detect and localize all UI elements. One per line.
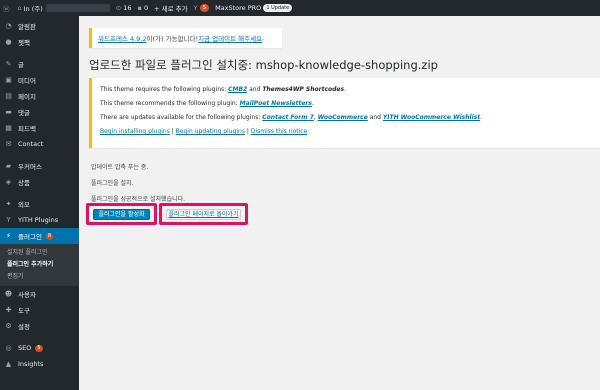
menu-item-seo[interactable]: ◎ SEO 5 <box>0 340 79 356</box>
menu-item-jetpack[interactable]: ● 젯팩 <box>0 34 79 50</box>
media-icon: ▣ <box>5 76 12 84</box>
begin-installing-link[interactable]: Begin installing plugins <box>100 128 170 135</box>
feedback-icon: ▦ <box>5 124 12 132</box>
menu-item-woocommerce[interactable]: ▰ 우커머스 <box>0 158 79 174</box>
woocommerce-icon: ▰ <box>5 162 12 170</box>
notice-actions: Begin installing plugins | Begin updatin… <box>100 128 308 135</box>
plugin-link-cmb2[interactable]: CMB2 <box>228 86 247 93</box>
wordpress-version-link[interactable]: 워드프레스 4.9.2 <box>98 33 147 43</box>
yoast-link[interactable]: Y5 <box>191 0 212 16</box>
tgmpa-notice: This theme requires the following plugin… <box>89 78 600 148</box>
plugin-themes4wp: Themes4WP Shortcodes <box>262 86 345 93</box>
menu-item-yith[interactable]: Y YITH Plugins <box>0 212 79 228</box>
updates-icon: ⊙ <box>115 4 122 12</box>
yoast-icon: Y <box>193 4 198 12</box>
menu-item-contact[interactable]: ✉ Contact <box>0 136 79 152</box>
plugin-link-mailpoet[interactable]: MailPoet Newsletters <box>240 100 312 107</box>
comments-icon: ▬ <box>5 108 12 116</box>
redacted-text <box>45 4 110 12</box>
posts-icon: ✎ <box>5 60 12 68</box>
menu-item-posts[interactable]: ✎ 글 <box>0 56 79 72</box>
menu-item-products[interactable]: ◈ 상품 <box>0 174 79 190</box>
home-icon: ⌂ <box>17 4 22 12</box>
plugin-link-woocommerce[interactable]: WooCommerce <box>318 114 368 121</box>
highlight-box-activate: 플러그인을 활성화 <box>86 203 157 225</box>
jetpack-icon: ● <box>5 38 12 46</box>
menu-item-insights[interactable]: ▲ Insights <box>0 356 79 372</box>
plugin-link-cf7[interactable]: Contact Form 7 <box>262 114 313 121</box>
plugins-icon: ⚡ <box>6 232 11 240</box>
site-name-link[interactable]: ⌂ In (주) <box>15 0 113 16</box>
update-nag: 워드프레스 4.9.2 이(가) 가능합니다! 지금 업데이트 해주세요. <box>89 28 282 48</box>
pages-icon: ▤ <box>5 92 12 100</box>
wordpress-logo-icon[interactable]: ⓦ <box>0 0 15 16</box>
menu-item-settings[interactable]: ⚙ 설정 <box>0 318 79 334</box>
contact-icon: ✉ <box>5 140 12 148</box>
menu-item-media[interactable]: ▣ 미디어 <box>0 72 79 88</box>
return-to-plugins-button[interactable]: 플러그인 페이지로 돌아가기 <box>166 209 241 220</box>
update-now-link[interactable]: 지금 업데이트 해주세요 <box>198 33 262 43</box>
menu-item-plugins[interactable]: ⚡ 플러그인 8 <box>0 228 79 244</box>
plugins-count-badge: 8 <box>45 232 54 240</box>
seo-icon: ◎ <box>5 344 12 352</box>
pending-comments-link[interactable]: ▪ 0 <box>135 0 152 16</box>
new-content-link[interactable]: + 새로 추가 <box>151 0 191 16</box>
status-success: 플러그인을 성공적으로 설치했습니다. <box>91 196 186 203</box>
dashboard-icon: ◔ <box>5 22 12 30</box>
dismiss-notice-link[interactable]: Dismiss this notice <box>251 128 307 135</box>
products-icon: ◈ <box>5 178 12 186</box>
admin-sidebar: ◔ 알림판 ● 젯팩 ✎ 글 ▣ 미디어 ▤ 페이지 ▬ 댓글 ▦ 피드백 ✉ Contact … <box>0 16 79 390</box>
appearance-icon: ✦ <box>5 200 12 208</box>
main-content: 워드프레스 4.9.2 이(가) 가능합니다! 지금 업데이트 해주세요. 업로드… <box>79 16 600 390</box>
yoast-count-badge: 5 <box>199 4 210 12</box>
menu-item-users[interactable]: ☻ 사용자 <box>0 286 79 302</box>
update-badge: 1 Update <box>263 4 293 12</box>
menu-item-dashboard[interactable]: ◔ 알림판 <box>0 18 79 34</box>
status-installing: 플러그인을 설치. <box>91 180 134 187</box>
notice-required-line: This theme requires the following plugin… <box>100 86 346 93</box>
activate-plugin-button[interactable]: 플러그인을 활성화 <box>93 209 150 220</box>
yith-icon: Y <box>6 216 11 224</box>
admin-bar: ⓦ ⌂ In (주) ⊙ 16 ▪ 0 + 새로 추가 Y5 MaxStore PRO… <box>0 0 600 16</box>
insights-icon: ▲ <box>5 360 12 368</box>
highlight-box-return: 플러그인 페이지로 돌아가기 <box>159 203 248 225</box>
users-icon: ☻ <box>4 290 13 298</box>
tools-icon: ✚ <box>5 306 12 314</box>
menu-item-comments[interactable]: ▬ 댓글 <box>0 104 79 120</box>
status-unpacking: 압데이트 압축 푸는 중. <box>91 164 149 171</box>
submenu-installed-plugins[interactable]: 설치된 플러그인 <box>0 247 79 259</box>
notice-updates-line: There are updates available for the foll… <box>100 114 482 121</box>
plugin-link-yith-wishlist[interactable]: YITH WooCommerce Wishlist <box>383 114 480 121</box>
comments-link[interactable]: ⊙ 16 <box>113 0 135 16</box>
menu-item-tools[interactable]: ✚ 도구 <box>0 302 79 318</box>
submenu-add-plugin[interactable]: 플러그인 추가하기 <box>0 259 79 271</box>
begin-updating-link[interactable]: Begin updating plugins <box>176 128 245 135</box>
menu-item-feedback[interactable]: ▦ 피드백 <box>0 120 79 136</box>
theme-update-link[interactable]: MaxStore PRO 1 Update <box>212 0 295 16</box>
settings-icon: ⚙ <box>5 322 12 330</box>
menu-item-appearance[interactable]: ✦ 외모 <box>0 196 79 212</box>
seo-count-badge: 5 <box>35 344 43 352</box>
submenu-editor[interactable]: 편집기 <box>0 271 79 283</box>
plugins-submenu: 설치된 플러그인 플러그인 추가하기 편집기 <box>0 244 79 286</box>
page-title: 업로드한 파일로 플러그인 설치중: mshop-knowledge-shopp… <box>89 58 438 72</box>
comment-icon: ▪ <box>137 4 142 12</box>
notice-recommended-line: This theme recommends the following plug… <box>100 100 314 107</box>
menu-item-pages[interactable]: ▤ 페이지 <box>0 88 79 104</box>
